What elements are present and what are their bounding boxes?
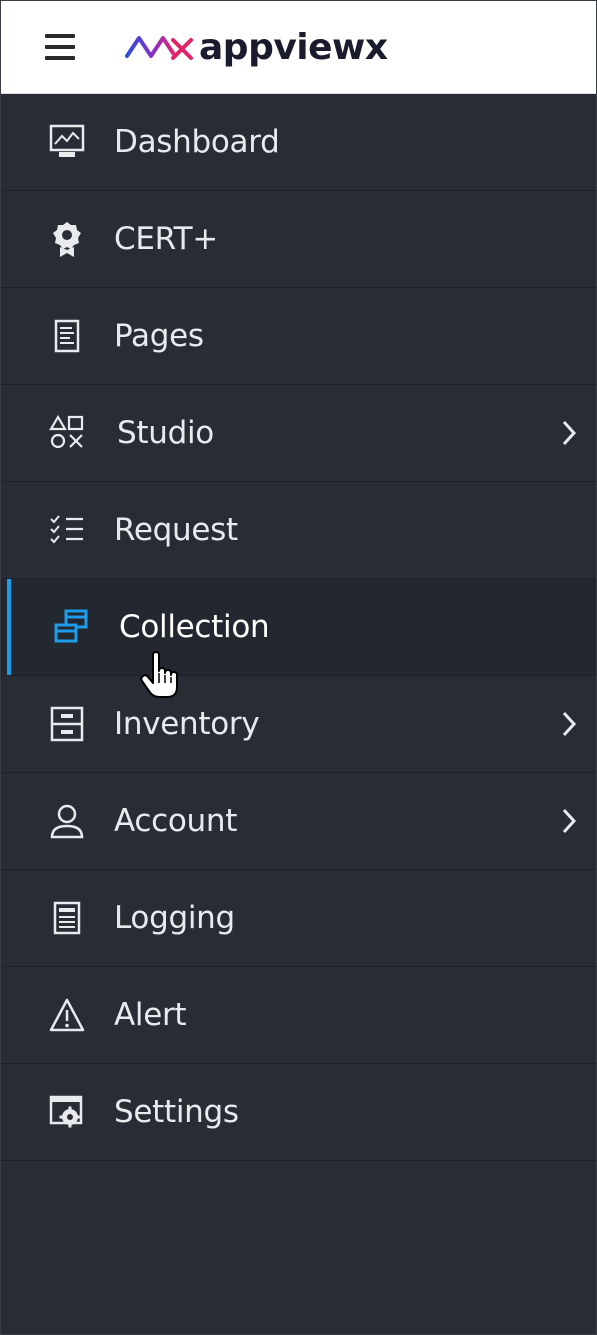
sidebar-item-label: Alert (114, 997, 187, 1033)
sidebar-item-request[interactable]: Request (1, 482, 596, 579)
warning-triangle-icon (47, 995, 87, 1035)
sidebar-item-label: Logging (114, 900, 235, 936)
stacked-windows-icon (51, 607, 91, 647)
sidebar-item-dashboard[interactable]: Dashboard (1, 94, 596, 191)
chevron-right-icon[interactable] (557, 704, 581, 744)
badge-award-icon (47, 219, 87, 259)
sidebar-item-label: Request (114, 512, 238, 548)
sidebar-item-cert[interactable]: CERT+ (1, 191, 596, 288)
sidebar-screenshot: appviewx Dashboard CERT+ Pages Studio Re… (0, 0, 597, 1335)
logo-wave-icon (125, 36, 193, 60)
top-bar: appviewx (1, 1, 596, 94)
monitor-chart-icon (47, 122, 87, 162)
chevron-right-icon[interactable] (557, 413, 581, 453)
sidebar-item-label: Dashboard (114, 124, 280, 160)
logo-text: appviewx (199, 26, 388, 68)
drawers-icon (47, 704, 87, 744)
sidebar-item-label: Studio (117, 415, 214, 451)
sidebar-item-logging[interactable]: Logging (1, 870, 596, 967)
sidebar-item-pages[interactable]: Pages (1, 288, 596, 385)
hamburger-menu-icon[interactable] (45, 34, 75, 60)
sidebar-item-label: CERT+ (114, 221, 218, 257)
sidebar-item-label: Settings (114, 1094, 239, 1130)
sidebar-item-label: Inventory (114, 706, 260, 742)
sidebar-item-inventory[interactable]: Inventory (1, 676, 596, 773)
sidebar-item-label: Collection (119, 609, 270, 645)
document-page-icon (47, 316, 87, 356)
sidebar-item-label: Pages (114, 318, 204, 354)
log-icon (47, 898, 87, 938)
settings-window-gear-icon (47, 1092, 87, 1132)
shapes-icon (47, 413, 87, 453)
sidebar-item-studio[interactable]: Studio (1, 385, 596, 482)
sidebar-item-settings[interactable]: Settings (1, 1064, 596, 1161)
sidebar-item-label: Account (114, 803, 238, 839)
user-icon (47, 801, 87, 841)
sidebar-menu: Dashboard CERT+ Pages Studio Request Col… (1, 94, 596, 1161)
appviewx-logo[interactable]: appviewx (125, 25, 388, 69)
checklist-icon (47, 510, 87, 550)
sidebar-item-account[interactable]: Account (1, 773, 596, 870)
sidebar-item-collection[interactable]: Collection (1, 579, 596, 676)
chevron-right-icon[interactable] (557, 801, 581, 841)
sidebar-item-alert[interactable]: Alert (1, 967, 596, 1064)
